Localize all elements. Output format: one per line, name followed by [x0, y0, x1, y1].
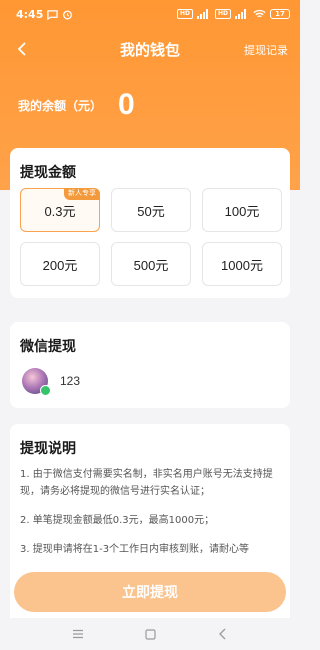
back-button[interactable]	[10, 37, 34, 61]
description-card: 提现说明 1. 由于微信支付需要实名制，非实名用户账号无法支持提现，请务必将提现…	[10, 424, 290, 650]
status-bar: 4:45 HD HD 17	[0, 0, 300, 28]
battery-icon: 17	[270, 9, 290, 19]
nav-bar: 我的钱包 提现记录	[0, 32, 300, 66]
wechat-card: 微信提现 123	[10, 322, 290, 408]
amount-option-500[interactable]: 500元	[111, 242, 191, 286]
hd-badge-1: HD	[176, 9, 193, 19]
alarm-icon	[62, 9, 73, 20]
amount-option-label: 100元	[224, 203, 260, 219]
balance-value: 0	[118, 88, 135, 121]
avatar	[22, 368, 51, 396]
home-button[interactable]	[140, 624, 160, 644]
desc-item: 1. 由于微信支付需要实名制，非实名用户账号无法支持提现，请务必将提现的微信号进…	[20, 469, 273, 497]
wechat-account[interactable]: 123	[22, 368, 81, 396]
desc-item: 3. 提现申请将在1-3个工作日内审核到账，请耐心等	[20, 544, 250, 555]
amount-section-title: 提现金额	[20, 165, 76, 181]
back-nav-button[interactable]	[212, 624, 232, 644]
amount-option-label: 200元	[42, 257, 78, 273]
chevron-left-icon	[17, 42, 26, 56]
amount-option-label: 1000元	[221, 257, 263, 273]
amount-options: 新人专享 0.3元 50元 100元 200元 500元 1000元	[20, 188, 282, 286]
signal-icon-2	[235, 9, 249, 19]
hd-badge-2: HD	[214, 9, 231, 19]
amount-option-50[interactable]: 50元	[111, 188, 191, 232]
signal-icon	[196, 9, 211, 19]
amount-option-200[interactable]: 200元	[20, 242, 100, 286]
desc-section-title: 提现说明	[20, 441, 76, 457]
wechat-badge-icon	[40, 385, 51, 396]
amount-option-label: 50元	[137, 203, 165, 219]
menu-icon	[73, 629, 83, 639]
amount-option-100[interactable]: 100元	[202, 188, 282, 232]
desc-list: 1. 由于微信支付需要实名制，非实名用户账号无法支持提现，请务必将提现的微信号进…	[20, 466, 282, 570]
system-nav-bar	[0, 618, 300, 650]
amount-option-label: 500元	[133, 257, 169, 273]
page-title: 我的钱包	[119, 40, 180, 59]
amount-card: 提现金额 新人专享 0.3元 50元 100元 200元 500元 1000元	[10, 148, 290, 298]
balance-row: 我的余额（元） 0	[18, 88, 135, 122]
menu-button[interactable]	[68, 624, 88, 644]
message-icon	[47, 9, 59, 20]
wechat-section-title: 微信提现	[20, 339, 76, 355]
back-arrow-icon	[218, 628, 225, 640]
home-square-icon	[144, 628, 156, 640]
wifi-icon	[253, 9, 266, 19]
amount-option-label: 0.3元	[44, 203, 76, 219]
desc-item: 2. 单笔提现金额最低0.3元，最高1000元；	[20, 515, 215, 526]
wechat-user-name: 123	[60, 374, 81, 388]
amount-option-0-3[interactable]: 新人专享 0.3元	[20, 188, 100, 232]
status-time: 4:45	[16, 7, 44, 21]
balance-label: 我的余额（元）	[18, 98, 103, 113]
amount-option-1000[interactable]: 1000元	[202, 242, 282, 286]
withdraw-records-link[interactable]: 提现记录	[244, 42, 288, 58]
withdraw-now-button[interactable]: 立即提现	[14, 572, 286, 612]
new-user-tag: 新人专享	[64, 188, 100, 200]
